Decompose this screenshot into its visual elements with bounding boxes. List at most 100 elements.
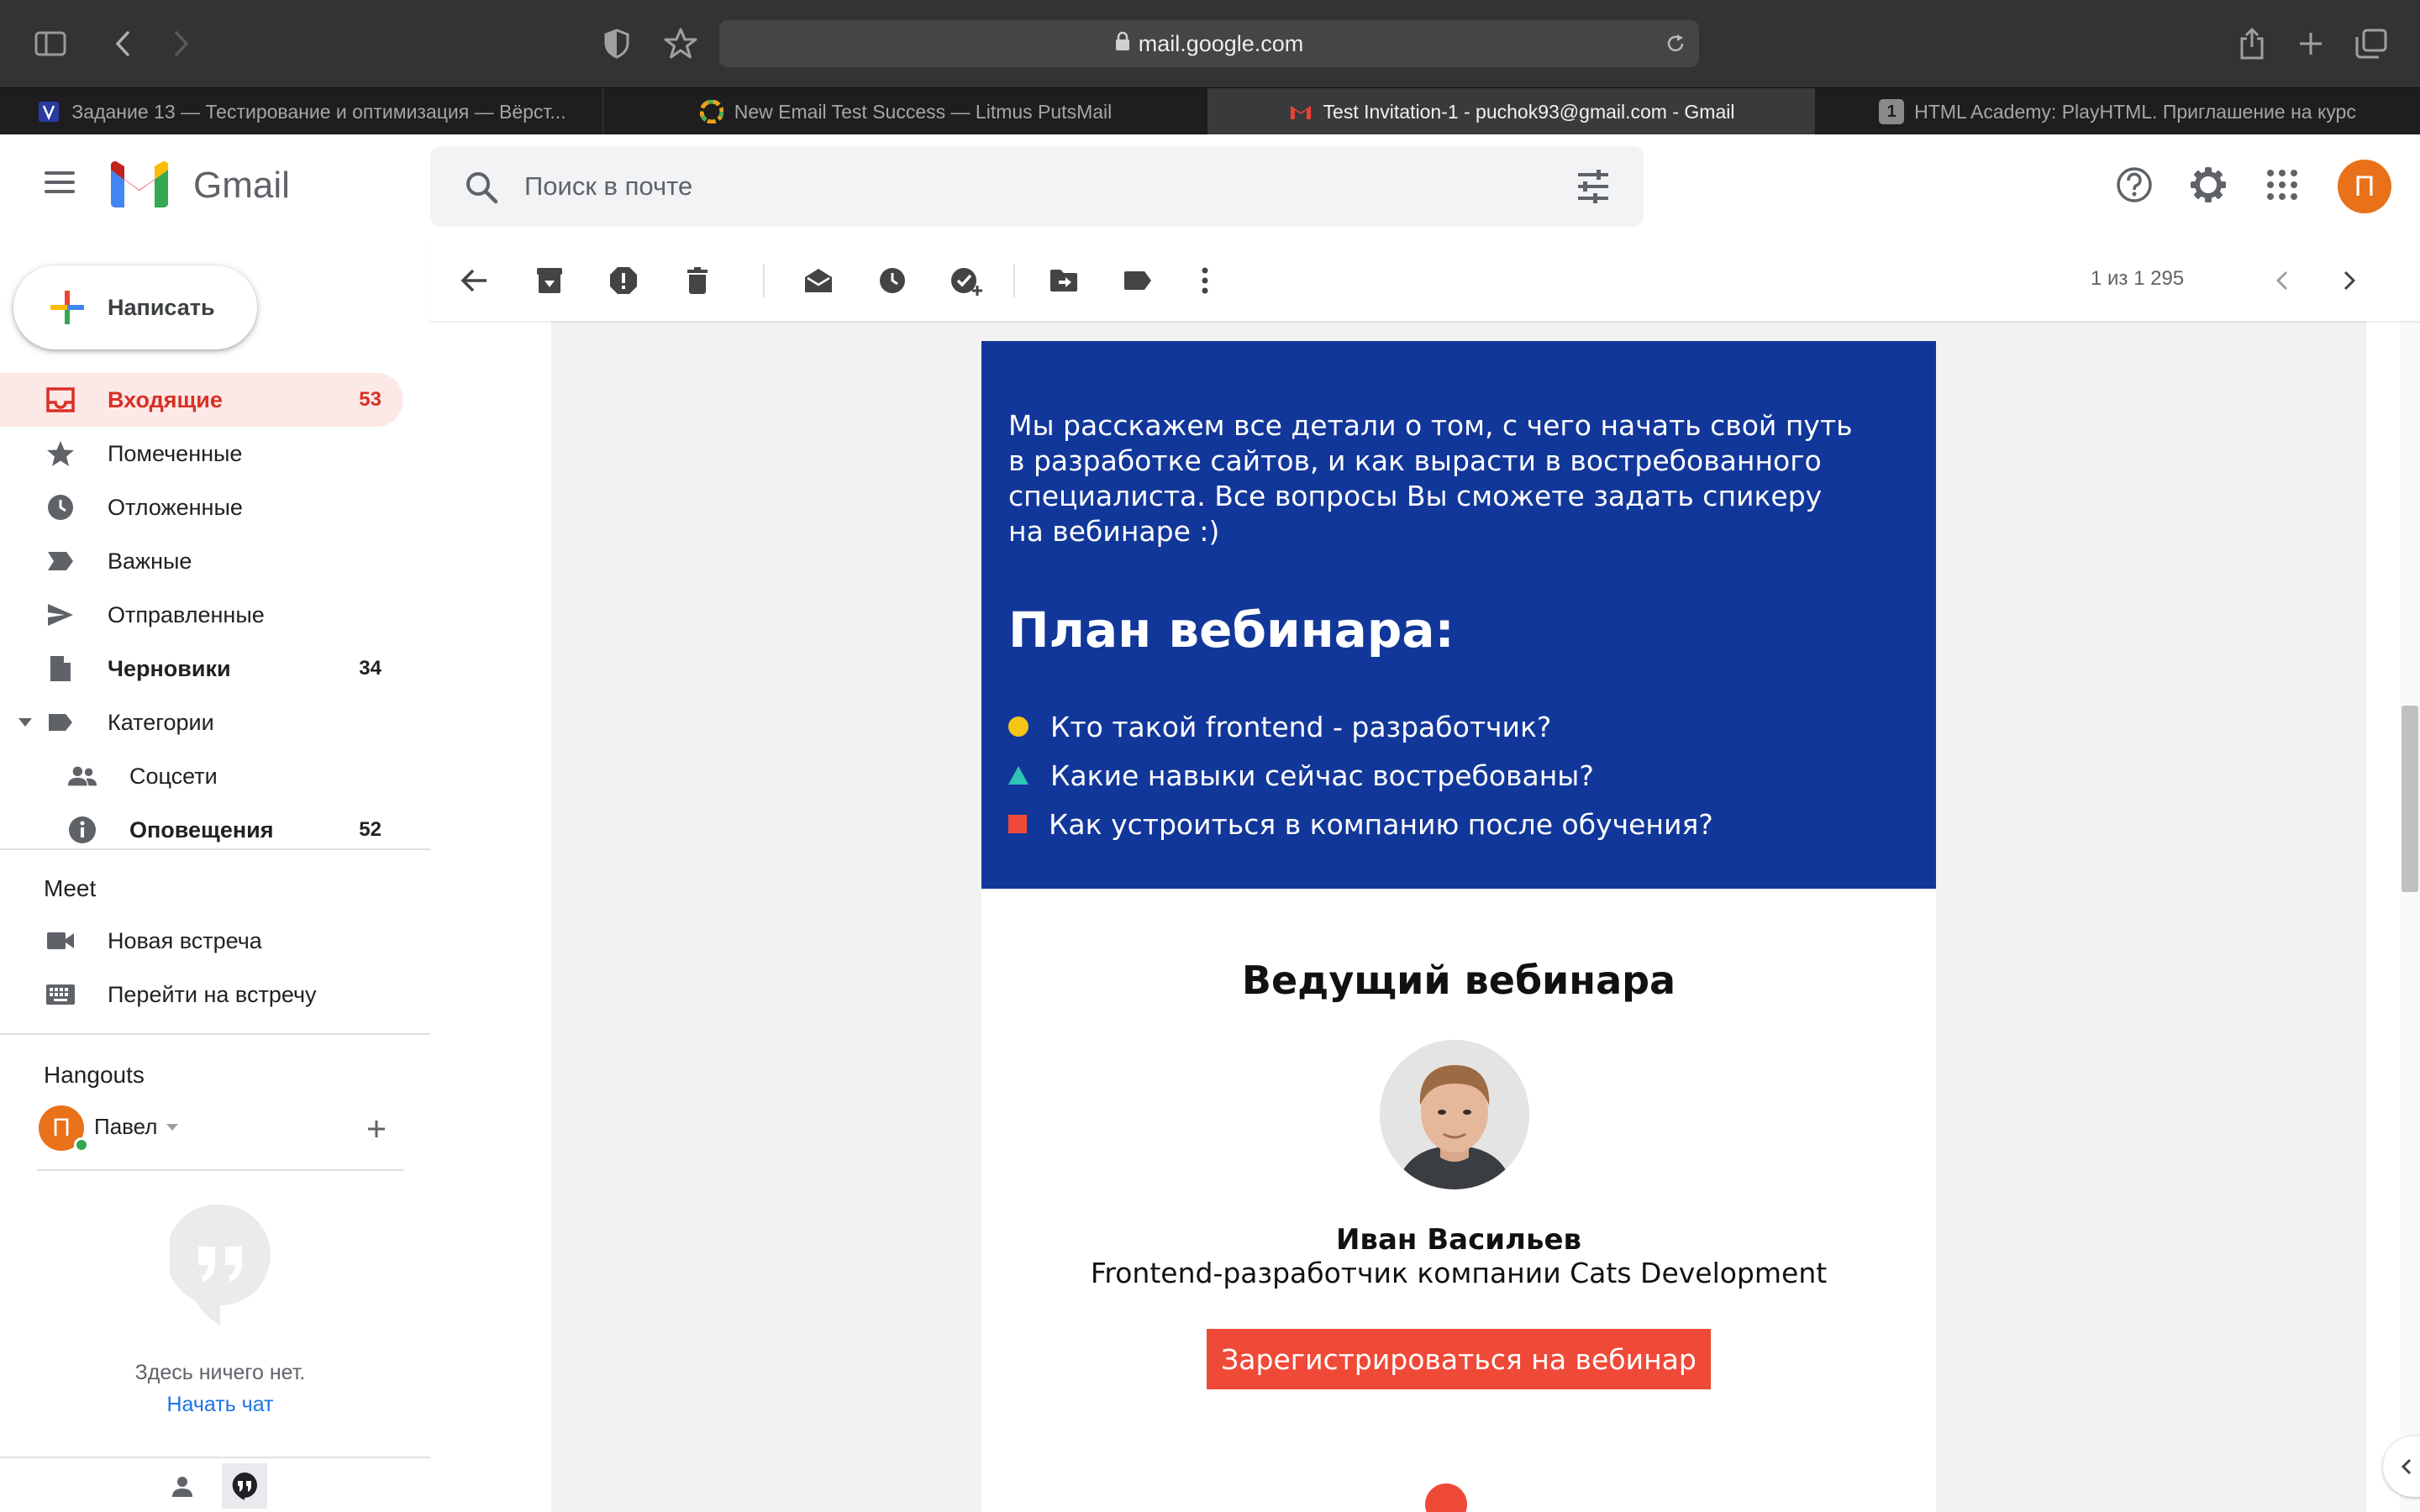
- gmail-wordmark[interactable]: Gmail: [193, 165, 290, 207]
- red-square-bullet-icon: [1008, 815, 1027, 833]
- host-role: Frontend-разработчик компании Cats Devel…: [1090, 1257, 1828, 1289]
- search-options-icon[interactable]: [1575, 168, 1612, 205]
- plan-item: Кто такой frontend - разработчик?: [1008, 706, 1551, 748]
- report-spam-icon[interactable]: [603, 260, 644, 301]
- email-intro-text: Мы расскажем все детали о том, с чего на…: [1008, 409, 1853, 548]
- lock-icon: [1115, 31, 1130, 57]
- expand-caret-icon[interactable]: [18, 718, 32, 727]
- sidebar-item-categories[interactable]: Категории: [0, 696, 403, 749]
- compose-label: Написать: [108, 294, 215, 320]
- compose-button[interactable]: Написать: [13, 265, 257, 349]
- send-icon: [45, 600, 76, 630]
- decorative-red-circle: [1425, 1483, 1467, 1512]
- host-photo: [1380, 1040, 1529, 1189]
- help-icon[interactable]: [2109, 160, 2160, 210]
- move-to-icon[interactable]: [1044, 260, 1084, 301]
- older-chevron-icon[interactable]: [2329, 260, 2370, 301]
- address-bar[interactable]: mail.google.com: [719, 20, 1699, 67]
- info-icon: [67, 815, 97, 845]
- hangouts-user-name[interactable]: Павел: [94, 1114, 157, 1140]
- scrollbar-thumb[interactable]: [2402, 706, 2418, 892]
- gmail-header: Gmail П: [0, 134, 2420, 240]
- htmlacademy-favicon: [36, 99, 61, 124]
- forward-icon[interactable]: [163, 25, 200, 62]
- browser-toolbar: mail.google.com: [0, 0, 2420, 87]
- host-name: Иван Васильев: [1335, 1223, 1582, 1257]
- sidebar-item-sent[interactable]: Отправленные: [0, 588, 403, 642]
- tab-htmlacademy-playhtml[interactable]: 1 HTML Academy: PlayHTML. Приглашение на…: [1815, 88, 2420, 135]
- search-input[interactable]: [524, 146, 1449, 227]
- clock-icon: [45, 492, 76, 522]
- search-bar[interactable]: [430, 146, 1644, 227]
- register-webinar-button[interactable]: Зарегистрироваться на вебинар: [1207, 1329, 1711, 1389]
- delete-trash-icon[interactable]: [677, 260, 718, 301]
- add-to-tasks-icon[interactable]: [946, 260, 986, 301]
- more-options-icon[interactable]: [1185, 260, 1225, 301]
- tab-bar: Задание 13 — Тестирование и оптимизация …: [0, 87, 2420, 135]
- account-avatar[interactable]: П: [2338, 160, 2391, 213]
- hangouts-divider: [37, 1169, 403, 1171]
- share-icon[interactable]: [2232, 24, 2272, 64]
- new-tab-icon[interactable]: [2291, 24, 2331, 64]
- sidebar-item-snoozed[interactable]: Отложенные: [0, 480, 403, 534]
- empty-chat-quote-icon: [166, 1204, 271, 1326]
- video-camera-icon: [45, 926, 76, 956]
- gmail-logo-icon[interactable]: [108, 160, 171, 208]
- reload-icon[interactable]: [1662, 30, 1689, 57]
- sidebar-toggle-icon[interactable]: [32, 25, 69, 62]
- contacts-person-icon[interactable]: [160, 1463, 205, 1509]
- main-menu-icon[interactable]: [37, 160, 82, 205]
- hangouts-title: Hangouts: [44, 1062, 145, 1088]
- settings-gear-icon[interactable]: [2183, 160, 2233, 210]
- tab-litmus-putsmail[interactable]: New Email Test Success — Litmus PutsMail: [603, 88, 1208, 135]
- label-as-icon[interactable]: [1118, 260, 1158, 301]
- plan-title: План вебинара:: [1008, 601, 1455, 659]
- keyboard-icon: [45, 979, 76, 1010]
- teal-triangle-bullet-icon: [1008, 766, 1028, 785]
- important-icon: [45, 546, 76, 576]
- start-chat-link[interactable]: Начать чат: [0, 1393, 440, 1417]
- draft-icon: [45, 654, 76, 684]
- sidebar-item-inbox[interactable]: Входящие 53: [0, 373, 403, 427]
- email-plan-section: Мы расскажем все детали о том, с чего на…: [981, 341, 1936, 889]
- pager-text: 1 из 1 295: [2091, 267, 2185, 290]
- meet-new-meeting[interactable]: Новая встреча: [0, 914, 403, 968]
- side-panel-toggle-icon[interactable]: [2383, 1436, 2420, 1497]
- archive-icon[interactable]: [529, 260, 570, 301]
- hangouts-bottom-bar: [0, 1457, 430, 1512]
- search-icon[interactable]: [464, 170, 499, 205]
- status-dropdown-icon[interactable]: [166, 1124, 178, 1131]
- bookmark-star-icon[interactable]: [660, 24, 701, 64]
- updates-count: 52: [359, 818, 381, 841]
- gmail-favicon: [1288, 99, 1313, 124]
- apps-grid-icon[interactable]: [2257, 160, 2307, 210]
- newer-chevron-icon[interactable]: [2262, 260, 2302, 301]
- mark-unread-icon[interactable]: [798, 260, 839, 301]
- meet-title: Meet: [44, 875, 97, 901]
- host-section-title: Ведущий вебинара: [1241, 958, 1676, 1003]
- snooze-clock-icon[interactable]: [872, 260, 913, 301]
- back-icon[interactable]: [104, 25, 141, 62]
- yellow-circle-bullet-icon: [1008, 717, 1028, 737]
- privacy-shield-icon[interactable]: [598, 25, 635, 62]
- sidebar-item-starred[interactable]: Помеченные: [0, 427, 403, 480]
- sidebar-item-drafts[interactable]: Черновики 34: [0, 642, 403, 696]
- sidebar-item-important[interactable]: Важные: [0, 534, 403, 588]
- back-to-inbox-icon[interactable]: [454, 260, 494, 301]
- tab-overview-icon[interactable]: [2351, 24, 2391, 64]
- sidebar: Написать Входящие 53 Помеченные Отложенн…: [0, 240, 430, 1512]
- unread-count: 53: [359, 388, 381, 411]
- sidebar-item-social[interactable]: Соцсети: [0, 749, 403, 803]
- new-chat-plus-icon[interactable]: [360, 1112, 393, 1146]
- tab-gmail[interactable]: Test Invitation-1 - puchok93@gmail.com -…: [1208, 88, 1815, 135]
- tab-htmlacademy-task[interactable]: Задание 13 — Тестирование и оптимизация …: [0, 88, 603, 135]
- toolbar-separator: [763, 264, 765, 297]
- online-status-dot: [74, 1137, 89, 1152]
- tab-badge: 1: [1879, 99, 1905, 124]
- star-icon: [45, 438, 76, 469]
- meet-join-meeting[interactable]: Перейти на встречу: [0, 968, 403, 1021]
- hangouts-chat-icon[interactable]: [222, 1463, 267, 1509]
- compose-plus-icon: [50, 291, 84, 324]
- scrollbar-track[interactable]: [2400, 321, 2420, 1512]
- hangouts-empty-text: Здесь ничего нет.: [134, 1361, 306, 1384]
